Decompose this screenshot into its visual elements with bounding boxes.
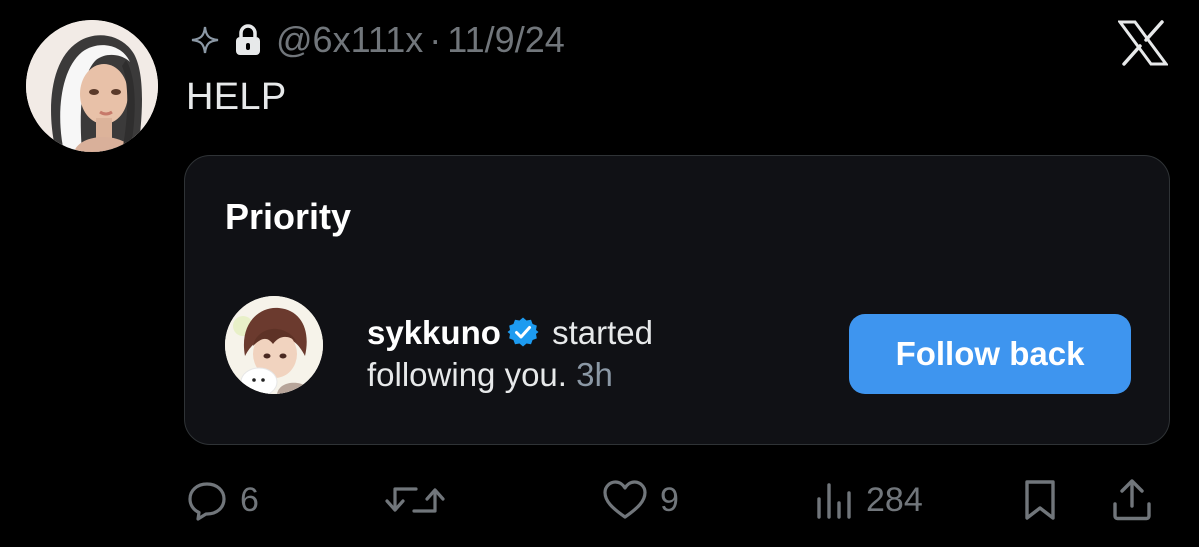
embedded-notification-card[interactable]: Priority sykkuno started following you. … — [184, 155, 1170, 445]
share-button[interactable] — [1110, 470, 1154, 530]
author-avatar[interactable] — [26, 20, 158, 152]
retweet-button[interactable] — [384, 470, 458, 530]
author-handle[interactable]: @6x111x — [276, 19, 423, 61]
verified-badge-icon — [507, 316, 539, 348]
like-button[interactable]: 9 — [602, 470, 679, 530]
tweet-date[interactable]: 11/9/24 — [447, 19, 564, 61]
notification-text: sykkuno started following you. 3h — [367, 312, 727, 396]
bookmark-button[interactable] — [1022, 470, 1058, 530]
reply-count: 6 — [240, 480, 259, 519]
bookmark-icon — [1022, 478, 1058, 522]
share-icon — [1110, 478, 1154, 522]
tweet-action-bar: 6 9 284 — [0, 470, 1199, 530]
heart-icon — [602, 479, 648, 521]
follow-back-button[interactable]: Follow back — [849, 314, 1131, 394]
notification-avatar-image — [225, 296, 323, 394]
views-button[interactable]: 284 — [814, 470, 923, 530]
x-logo-icon — [1117, 20, 1169, 66]
lock-icon — [234, 23, 262, 57]
author-avatar-image — [26, 20, 158, 152]
notification-avatar[interactable] — [225, 296, 323, 394]
sparkle-icon — [190, 25, 220, 55]
tweet-meta: @6x111x · 11/9/24 — [276, 19, 565, 61]
tweet-text: HELP — [186, 76, 287, 118]
views-count: 284 — [866, 480, 923, 519]
reply-button[interactable]: 6 — [186, 470, 259, 530]
reply-icon — [186, 479, 228, 521]
notification-username[interactable]: sykkuno — [367, 314, 501, 351]
card-title: Priority — [225, 196, 352, 237]
retweet-icon — [384, 479, 446, 521]
views-chart-icon — [814, 479, 854, 521]
meta-separator: · — [429, 19, 442, 60]
notification-time: 3h — [576, 356, 613, 393]
tweet-header: @6x111x · 11/9/24 — [190, 18, 565, 62]
like-count: 9 — [660, 480, 679, 519]
